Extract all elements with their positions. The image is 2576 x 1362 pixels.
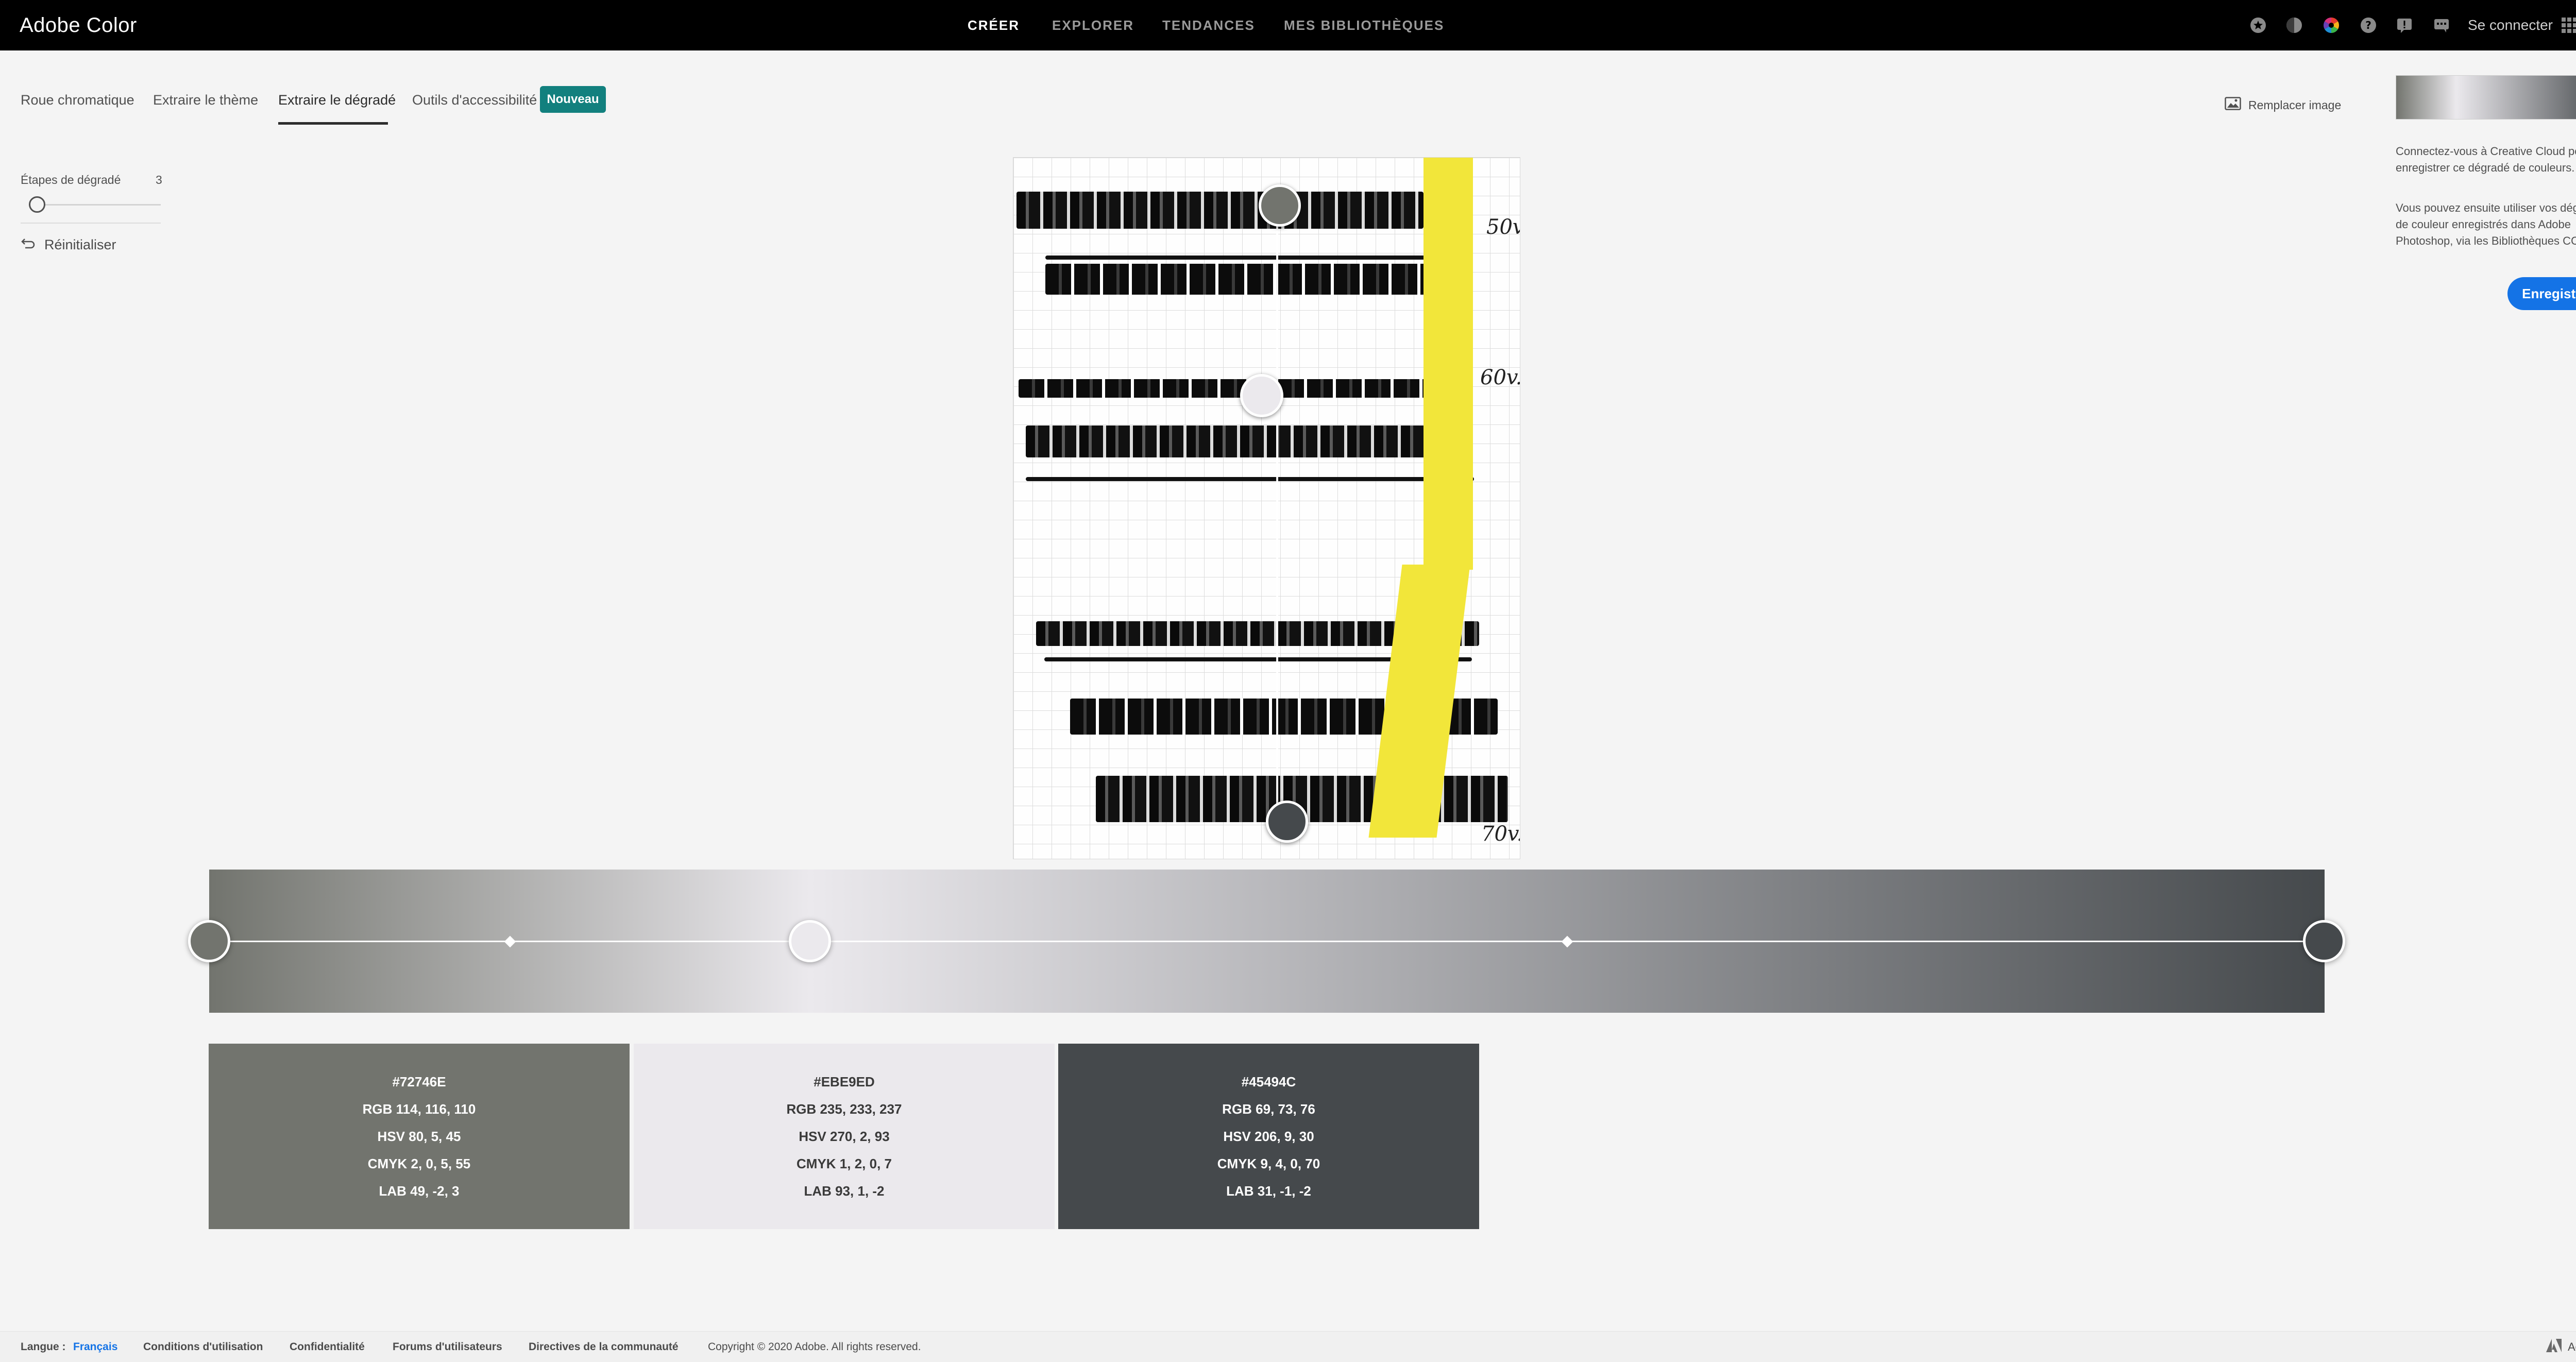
language-label: Langue : (21, 1341, 66, 1353)
tab-extraire-degrade[interactable]: Extraire le dégradé (278, 89, 396, 125)
adobe-brand-label: Adobe (2568, 1340, 2576, 1353)
swatch-hsv: HSV 206, 9, 30 (1223, 1128, 1314, 1144)
image-annotation: 60v. (1480, 366, 1520, 389)
new-badge: Nouveau (540, 86, 606, 113)
image-annotation: 70v. (1481, 822, 1520, 846)
reset-button[interactable]: Réinitialiser (21, 237, 116, 253)
save-button[interactable]: Enregistrer (2507, 277, 2576, 310)
swatch-cmyk: CMYK 1, 2, 0, 7 (796, 1155, 892, 1171)
tab-outils-accessibilite[interactable]: Outils d'accessibilité (412, 89, 537, 125)
footer-link-terms[interactable]: Conditions d'utilisation (143, 1332, 263, 1362)
image-ink-strip (1045, 256, 1427, 260)
gradient-steps-slider-track[interactable] (30, 204, 161, 206)
libraries-info-text: Vous pouvez ensuite utiliser vos dégradé… (2396, 201, 2576, 247)
replace-image-button[interactable]: Remplacer image (2225, 95, 2341, 115)
color-swatch[interactable]: #72746E RGB 114, 116, 110 HSV 80, 5, 45 … (209, 1044, 630, 1229)
nav-creer[interactable]: CRÉER (968, 0, 1020, 50)
chat-icon[interactable] (2432, 15, 2451, 35)
star-icon[interactable] (2248, 15, 2268, 35)
tab-extraire-theme[interactable]: Extraire le thème (153, 89, 258, 125)
copyright: Copyright © 2020 Adobe. All rights reser… (708, 1341, 921, 1353)
swatch-rgb: RGB 235, 233, 237 (786, 1101, 902, 1117)
source-image[interactable]: 50v. 60v. 70v. (1013, 157, 1520, 859)
replace-image-label: Remplacer image (2248, 98, 2342, 112)
color-picker-handle[interactable] (1266, 801, 1308, 843)
footer-link-forums[interactable]: Forums d'utilisateurs (393, 1332, 502, 1362)
gradient-stop[interactable] (2303, 920, 2345, 962)
swatch-hex: #72746E (392, 1074, 446, 1089)
image-ink-strip (1026, 477, 1474, 481)
color-swatch[interactable]: #45494C RGB 69, 73, 76 HSV 206, 9, 30 CM… (1058, 1044, 1479, 1229)
swatch-cmyk: CMYK 9, 4, 0, 70 (1217, 1155, 1320, 1171)
color-swatch[interactable]: #EBE9ED RGB 235, 233, 237 HSV 270, 2, 93… (634, 1044, 1055, 1229)
apps-grid-icon[interactable] (2560, 15, 2576, 35)
gradient-stop[interactable] (789, 920, 831, 962)
gradient-stop[interactable] (188, 920, 230, 962)
reset-label: Réinitialiser (44, 237, 116, 252)
swatch-cmyk: CMYK 2, 0, 5, 55 (367, 1155, 471, 1171)
swatch-hex: #EBE9ED (814, 1074, 875, 1089)
tab-roue-chromatique[interactable]: Roue chromatique (21, 89, 134, 125)
gradient-sample-path (1276, 208, 1278, 821)
sign-in-link[interactable]: Se connecter (2468, 0, 2553, 50)
adobe-logo-icon (2546, 1339, 2562, 1355)
gradient-stop-track (209, 941, 2325, 942)
swatch-rgb: RGB 114, 116, 110 (362, 1101, 476, 1117)
nav-tendances[interactable]: TENDANCES (1162, 0, 1255, 50)
swatch-lab: LAB 31, -1, -2 (1226, 1183, 1311, 1199)
image-ink-strip (1016, 192, 1423, 229)
alert-icon[interactable] (2395, 15, 2414, 35)
footer-link-guidelines[interactable]: Directives de la communauté (529, 1332, 679, 1362)
help-icon[interactable]: ? (2359, 15, 2378, 35)
gradient-thumbnail (2396, 75, 2576, 120)
footer-link-privacy[interactable]: Confidentialité (290, 1332, 365, 1362)
save-info-text: Connectez-vous à Creative Cloud pour enr… (2396, 145, 2576, 174)
image-annotation: 50v. (1486, 215, 1520, 239)
adobe-brand[interactable]: Adobe (2546, 1332, 2576, 1362)
swatch-lab: LAB 49, -2, 3 (379, 1183, 460, 1199)
color-wheel-icon[interactable] (2321, 15, 2341, 35)
nav-explorer[interactable]: EXPLORER (1052, 0, 1134, 50)
image-icon (2225, 97, 2241, 113)
active-tab-indicator (278, 122, 388, 125)
footer: Langue : Français Conditions d'utilisati… (0, 1331, 2576, 1362)
image-ink-strip (1045, 264, 1427, 295)
main-nav: CRÉER EXPLORER TENDANCES MES BIBLIOTHÈQU… (0, 0, 2576, 50)
color-picker-handle[interactable] (1259, 184, 1301, 227)
nav-mes-bibliotheques[interactable]: MES BIBLIOTHÈQUES (1284, 0, 1444, 50)
swatch-hex: #45494C (1241, 1074, 1296, 1089)
color-picker-handle[interactable] (1240, 374, 1283, 417)
contrast-icon[interactable] (2284, 15, 2304, 35)
divider (21, 223, 161, 224)
swatch-hsv: HSV 80, 5, 45 (377, 1128, 461, 1144)
gradient-steps-slider-thumb[interactable] (29, 196, 45, 213)
undo-icon (21, 237, 36, 253)
top-bar: Adobe Color CRÉER EXPLORER TENDANCES MES… (0, 0, 2576, 50)
swatch-hsv: HSV 270, 2, 93 (799, 1128, 890, 1144)
gradient-steps-label: Étapes de dégradé (21, 173, 121, 186)
image-ink-strip (1026, 425, 1469, 457)
gradient-steps-value: 3 (156, 173, 162, 186)
swatch-rgb: RGB 69, 73, 76 (1222, 1101, 1315, 1117)
svg-text:?: ? (2365, 19, 2371, 31)
language-selector[interactable]: Français (73, 1332, 117, 1362)
swatch-lab: LAB 93, 1, -2 (804, 1183, 885, 1199)
image-yellow-tape (1423, 158, 1473, 570)
